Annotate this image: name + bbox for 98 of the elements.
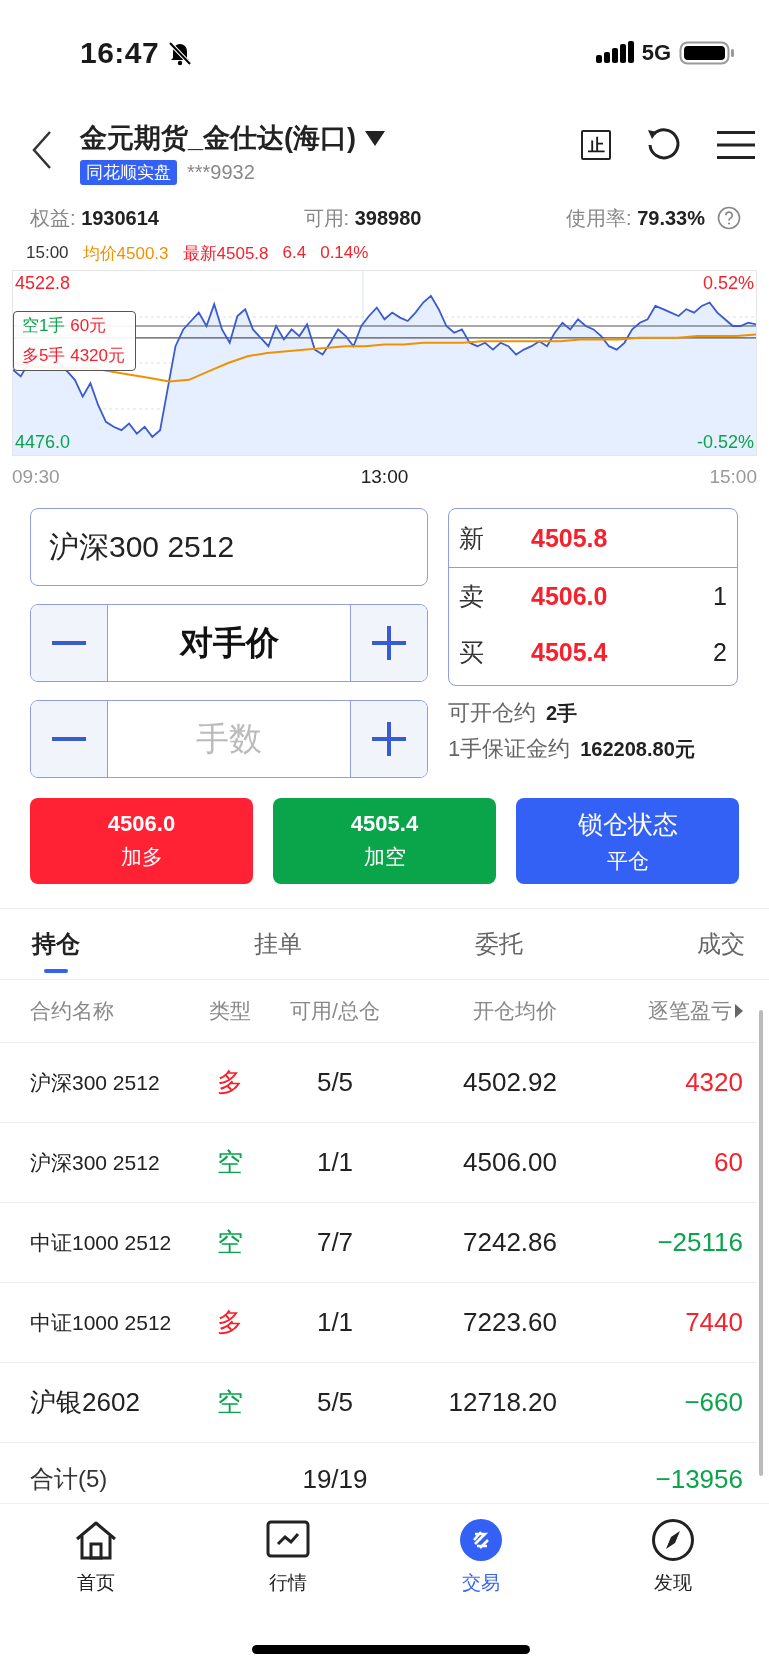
plus-button[interactable] (351, 701, 427, 777)
network-type: 5G (641, 40, 671, 66)
profit-loss: −25116 (657, 1227, 743, 1258)
time-axis-label: 15:00 (709, 466, 757, 488)
profit-loss: 4320 (685, 1067, 743, 1098)
status-time: 16:47 (80, 36, 160, 70)
plus-icon (372, 626, 406, 660)
margin-info: 1手保证金约 162208.80元 (448, 735, 696, 763)
stat-text: 可用: 398980 (303, 205, 422, 231)
contract-field[interactable]: 沪深300 2512 (30, 508, 428, 586)
tooltip-text: 空1手 60元 (22, 315, 108, 337)
column-header: 开仓均价 (473, 998, 557, 1024)
close-position-button[interactable]: 锁仓状态 平仓 (516, 798, 739, 884)
average-price: 7223.60 (463, 1307, 557, 1338)
compass-icon (650, 1518, 695, 1562)
position-type: 空 (217, 1146, 243, 1179)
profit-loss: 60 (714, 1147, 743, 1178)
quantity: 5/5 (316, 1387, 354, 1418)
buy-long-button[interactable]: 4506.0 加多 (30, 798, 253, 884)
quantity: 7/7 (316, 1227, 354, 1258)
position-type: 多 (217, 1306, 243, 1339)
column-header: 合约名称 (30, 998, 114, 1024)
account-number: ***9932 (187, 160, 255, 184)
tooltip-text: 多5手 4320元 (22, 345, 125, 367)
dropdown-triangle-icon[interactable] (364, 128, 386, 147)
scrollbar[interactable] (759, 1010, 763, 1476)
quote-price: 4505.8 (531, 523, 609, 553)
menu-icon[interactable] (717, 129, 755, 161)
quote-price: 4506.0 (531, 581, 609, 611)
plus-icon (372, 722, 406, 756)
minus-button[interactable] (31, 605, 107, 681)
tab[interactable]: 挂单 (253, 909, 302, 979)
total-profit-loss: −13956 (655, 1463, 743, 1495)
nav-tab[interactable]: 首页 (36, 1518, 157, 1596)
change-percent: 0.14% (320, 243, 369, 263)
low-price-label: 4476.0 (15, 432, 71, 453)
column-header: 逐笔盈亏 (648, 998, 732, 1024)
average-price: 12718.20 (448, 1387, 557, 1418)
latest-price: 最新4505.8 (182, 242, 269, 265)
profit-loss: 7440 (685, 1307, 743, 1338)
average-price: 4502.92 (463, 1067, 557, 1098)
minus-icon (52, 737, 86, 741)
quantity: 1/1 (316, 1147, 354, 1178)
minus-icon (52, 641, 86, 645)
time-axis-label: 13:00 (360, 466, 409, 488)
caret-icon (735, 1004, 743, 1018)
tab[interactable]: 成交 (696, 909, 745, 979)
quantity-stepper[interactable]: 手数 (30, 700, 428, 778)
account-badge: 同花顺实盘 (80, 159, 177, 185)
help-icon[interactable] (717, 206, 741, 230)
contract-name: 中证1000 2512 (30, 1309, 172, 1336)
quantity: 1/1 (316, 1307, 354, 1338)
margin-info: 可开仓约 2手 (448, 699, 579, 727)
position-type: 空 (217, 1226, 243, 1259)
battery-icon (679, 40, 735, 66)
total-quantity: 19/19 (302, 1463, 368, 1495)
position-type: 空 (217, 1386, 243, 1419)
total-label: 合计(5) (30, 1464, 108, 1494)
average-price: 4506.00 (463, 1147, 557, 1178)
stop-button[interactable]: 止 (581, 130, 611, 160)
quote-volume: 2 (713, 637, 727, 667)
tab[interactable]: 持仓 (32, 909, 80, 979)
column-header: 可用/总仓 (290, 998, 380, 1024)
plus-button[interactable] (351, 605, 427, 681)
average-price: 均价4500.3 (82, 242, 169, 265)
position-type: 多 (217, 1066, 243, 1099)
time-axis-label: 09:30 (12, 466, 60, 488)
nav-tab[interactable]: 交易 (420, 1518, 541, 1596)
quantity: 5/5 (316, 1067, 354, 1098)
exchange-icon (458, 1518, 503, 1562)
average-price: 7242.86 (463, 1227, 557, 1258)
high-price-label: 4522.8 (15, 273, 71, 294)
contract-name: 沪深300 2512 (30, 1149, 160, 1176)
price-stepper[interactable]: 对手价 (30, 604, 428, 682)
account-title[interactable]: 金元期货_金仕达(海口) (80, 119, 356, 156)
profit-loss: −660 (684, 1387, 743, 1418)
chart-time: 15:00 (26, 243, 69, 263)
muted-bell-icon (167, 40, 194, 66)
quote-volume: 1 (713, 581, 727, 611)
contract-name: 沪银2602 (30, 1386, 140, 1419)
minus-button[interactable] (31, 701, 107, 777)
stat-text: 权益: 1930614 (30, 205, 159, 231)
quote-label: 新 (459, 522, 485, 554)
quote-label: 卖 (459, 580, 485, 612)
tab[interactable]: 委托 (475, 909, 524, 979)
nav-tab[interactable]: 发现 (612, 1518, 733, 1596)
contract-name: 中证1000 2512 (30, 1229, 172, 1256)
stat-text: 使用率: 79.33% (566, 205, 705, 231)
quantity-field[interactable]: 手数 (108, 701, 350, 777)
column-header: 类型 (209, 998, 251, 1024)
price-change: 6.4 (282, 243, 307, 263)
quote-price: 4505.4 (531, 637, 609, 667)
high-percent-label: 0.52% (702, 273, 754, 294)
signal-icon (595, 41, 634, 65)
low-percent-label: -0.52% (696, 432, 754, 453)
nav-tab[interactable]: 行情 (228, 1518, 349, 1596)
quote-label: 买 (459, 636, 485, 668)
contract-name: 沪深300 2512 (30, 1069, 160, 1096)
